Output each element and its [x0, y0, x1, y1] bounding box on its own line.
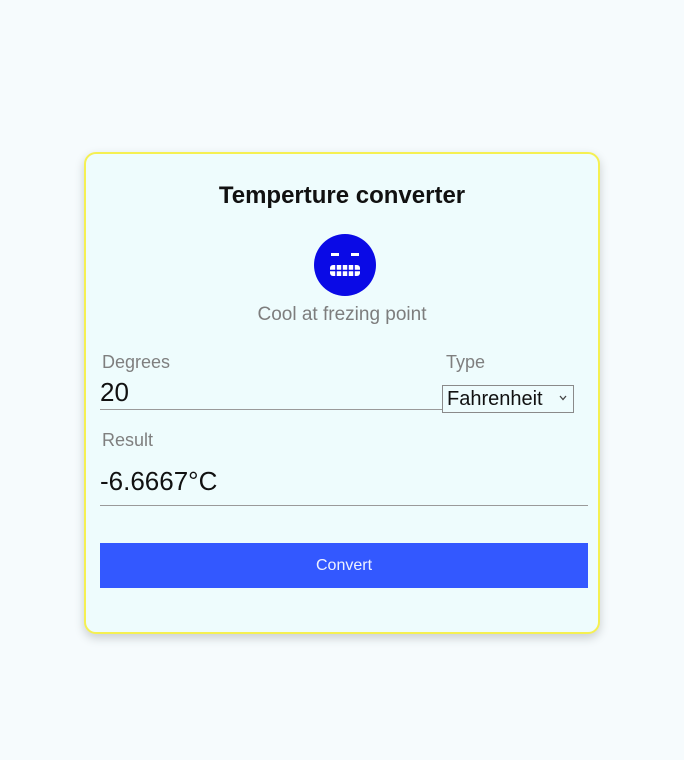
converter-card: Temperture converter Cool at frezing poi… [84, 152, 600, 634]
result-label: Result [102, 430, 154, 450]
convert-button[interactable]: Convert [100, 543, 588, 588]
type-select[interactable]: Fahrenheit [442, 385, 574, 413]
degrees-input[interactable] [100, 376, 446, 410]
grimacing-face-icon [314, 234, 376, 296]
type-selected-value: Fahrenheit [447, 387, 543, 410]
result-value: -6.6667°C [100, 466, 588, 506]
type-label: Type [446, 352, 486, 372]
status-text: Cool at frezing point [257, 304, 427, 325]
degrees-label: Degrees [102, 352, 171, 372]
chevron-down-icon [559, 395, 567, 401]
page-title: Temperture converter [218, 182, 466, 209]
